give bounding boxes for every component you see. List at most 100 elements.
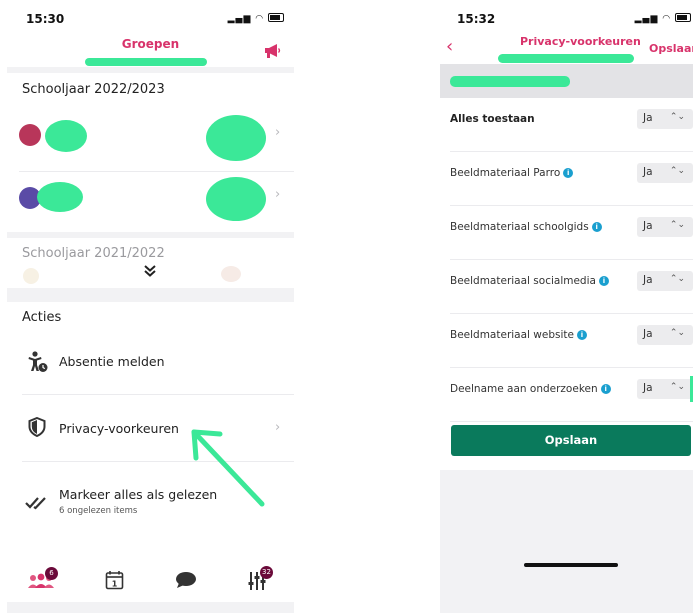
preference-label-text: Beeldmateriaal website — [450, 329, 574, 341]
updown-chevron-icon: ⌃⌄ — [669, 166, 685, 176]
select-value: Ja — [643, 220, 653, 232]
annotation-arrow-icon — [191, 429, 265, 507]
privacy-preferences-screen: 15:32 ▂▄▆ ◠ ‹ Privacy-voorkeuren Opslaan… — [440, 0, 693, 613]
select-value: Ja — [643, 382, 653, 394]
select-value: Ja — [643, 274, 653, 286]
preference-row: Beeldmateriaal socialmedia i Ja ⌃⌄ — [440, 260, 693, 313]
header-save-button[interactable]: Opslaan — [649, 42, 693, 55]
faded-group-dot — [221, 266, 241, 282]
page-title: Groepen — [121, 37, 180, 51]
group-row[interactable]: › — [7, 113, 294, 171]
save-button[interactable]: Opslaan — [451, 425, 691, 456]
wifi-icon: ◠ — [255, 14, 265, 24]
tab-bar: 6 1 32 — [7, 558, 294, 602]
redaction-mark — [85, 58, 207, 66]
tab-groups[interactable]: 6 — [27, 566, 63, 596]
chevron-right-icon: › — [275, 187, 281, 202]
info-icon[interactable]: i — [563, 168, 574, 178]
preference-row: Beeldmateriaal website i Ja ⌃⌄ — [440, 314, 693, 367]
preference-select[interactable]: Ja ⌃⌄ — [637, 163, 693, 183]
preference-row: Beeldmateriaal Parro i Ja ⌃⌄ — [440, 152, 693, 205]
redaction-mark — [206, 177, 266, 221]
info-icon[interactable]: i — [591, 222, 602, 232]
school-year-current-card: Schooljaar 2022/2023 › › — [7, 73, 294, 232]
preference-select[interactable]: Ja ⌃⌄ — [637, 325, 693, 345]
section-title: Schooljaar 2021/2022 — [22, 246, 165, 261]
chevron-left-icon[interactable]: ‹ — [446, 36, 453, 57]
updown-chevron-icon: ⌃⌄ — [669, 382, 685, 392]
info-bar — [440, 64, 693, 98]
redaction-mark — [206, 115, 266, 161]
updown-chevron-icon: ⌃⌄ — [669, 328, 685, 338]
action-sublabel: 6 ongelezen items — [59, 506, 138, 516]
redaction-mark — [450, 76, 570, 87]
select-value: Ja — [643, 328, 653, 340]
absence-icon — [28, 351, 48, 372]
select-value: Ja — [643, 166, 653, 178]
action-label: Privacy-voorkeuren — [59, 421, 179, 436]
shield-icon — [28, 417, 46, 437]
preference-label: Alles toestaan — [450, 113, 535, 125]
updown-chevron-icon: ⌃⌄ — [669, 112, 685, 122]
preference-label-text: Deelname aan onderzoeken — [450, 383, 598, 395]
preference-label: Beeldmateriaal Parro i — [450, 167, 574, 179]
status-icons: ▂▄▆ ◠ — [635, 13, 691, 24]
navigation-bar: Groepen — [7, 34, 294, 67]
groups-screen: 15:30 ▂▄▆ ◠ Groepen Schooljaar 2022/2023… — [7, 0, 294, 613]
preferences-list: Alles toestaan Ja ⌃⌄ Beeldmateriaal Parr… — [440, 98, 693, 470]
action-label: Absentie melden — [59, 354, 165, 369]
page-title: Privacy-voorkeuren — [520, 35, 641, 48]
info-icon[interactable]: i — [576, 330, 587, 340]
calendar-icon[interactable]: 1 — [105, 570, 124, 590]
signal-icon: ▂▄▆ — [227, 14, 252, 24]
section-title: Acties — [22, 310, 62, 325]
absence-report-item[interactable]: Absentie melden — [7, 332, 294, 394]
redaction-mark — [45, 120, 87, 152]
info-icon[interactable]: i — [598, 276, 609, 286]
preference-label: Beeldmateriaal website i — [450, 329, 587, 341]
info-icon[interactable]: i — [600, 384, 611, 394]
status-time: 15:30 — [26, 12, 65, 26]
group-row[interactable]: › — [7, 172, 294, 230]
preference-label: Deelname aan onderzoeken i — [450, 383, 611, 395]
preference-label: Beeldmateriaal schoolgids i — [450, 221, 602, 233]
tab-settings[interactable]: 32 — [247, 566, 281, 596]
signal-icon: ▂▄▆ — [634, 14, 659, 24]
faded-group-dot — [23, 268, 39, 284]
notification-badge: 6 — [45, 567, 58, 580]
status-icons: ▂▄▆ ◠ — [228, 13, 284, 24]
group-color-dot — [19, 124, 41, 146]
battery-icon — [268, 13, 284, 22]
redaction-mark — [498, 54, 634, 63]
chat-icon[interactable] — [175, 571, 197, 589]
preference-label-text: Beeldmateriaal schoolgids — [450, 221, 589, 233]
megaphone-icon[interactable] — [263, 43, 281, 59]
preference-select[interactable]: Ja ⌃⌄ — [637, 109, 693, 129]
chevron-right-icon: › — [275, 125, 281, 140]
updown-chevron-icon: ⌃⌄ — [669, 274, 685, 284]
status-time: 15:32 — [457, 12, 496, 26]
school-year-previous-card[interactable]: Schooljaar 2021/2022 — [7, 238, 294, 288]
status-bar: 15:32 ▂▄▆ ◠ — [440, 0, 693, 34]
svg-text:1: 1 — [112, 580, 118, 589]
redaction-mark — [37, 182, 83, 212]
preference-row: Beeldmateriaal schoolgids i Ja ⌃⌄ — [440, 206, 693, 259]
preference-select[interactable]: Ja ⌃⌄ — [637, 379, 693, 399]
updown-chevron-icon: ⌃⌄ — [669, 220, 685, 230]
section-title: Schooljaar 2022/2023 — [22, 82, 165, 97]
preference-row: Deelname aan onderzoeken i Ja ⌃⌄ — [440, 368, 693, 421]
select-value: Ja — [643, 112, 653, 124]
preference-row-all: Alles toestaan Ja ⌃⌄ — [440, 98, 693, 151]
double-check-icon — [25, 497, 46, 510]
wifi-icon: ◠ — [662, 14, 672, 24]
home-indicator — [524, 563, 618, 567]
preference-select[interactable]: Ja ⌃⌄ — [637, 217, 693, 237]
double-chevron-down-icon[interactable] — [143, 264, 157, 278]
notification-badge: 32 — [260, 566, 273, 579]
preference-select[interactable]: Ja ⌃⌄ — [637, 271, 693, 291]
preference-label: Beeldmateriaal socialmedia i — [450, 275, 609, 287]
preference-label-text: Beeldmateriaal Parro — [450, 167, 561, 179]
status-bar: 15:30 ▂▄▆ ◠ — [7, 0, 294, 34]
navigation-bar: ‹ Privacy-voorkeuren Opslaan — [440, 34, 693, 64]
chevron-right-icon: › — [275, 420, 281, 435]
